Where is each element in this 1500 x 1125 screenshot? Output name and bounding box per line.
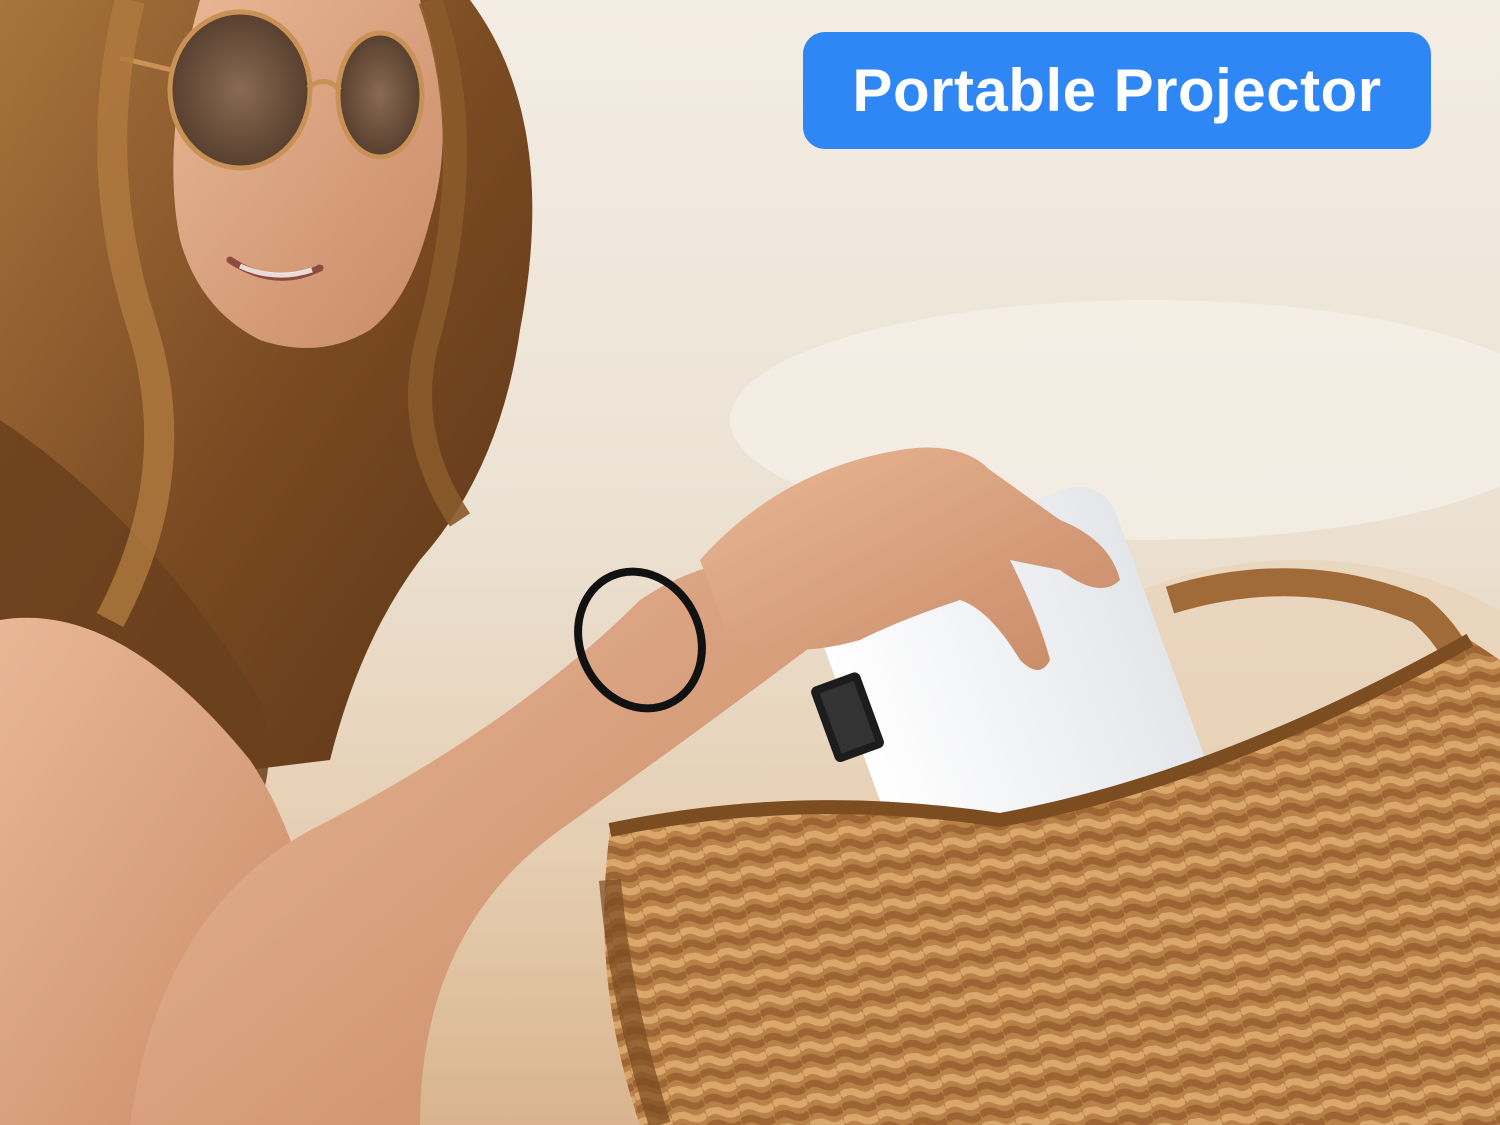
photo-illustration: [0, 0, 1500, 1125]
product-photo-scene: Portable Projector: [0, 0, 1500, 1125]
product-title: Portable Projector: [852, 57, 1382, 124]
product-title-badge: Portable Projector: [803, 32, 1431, 149]
